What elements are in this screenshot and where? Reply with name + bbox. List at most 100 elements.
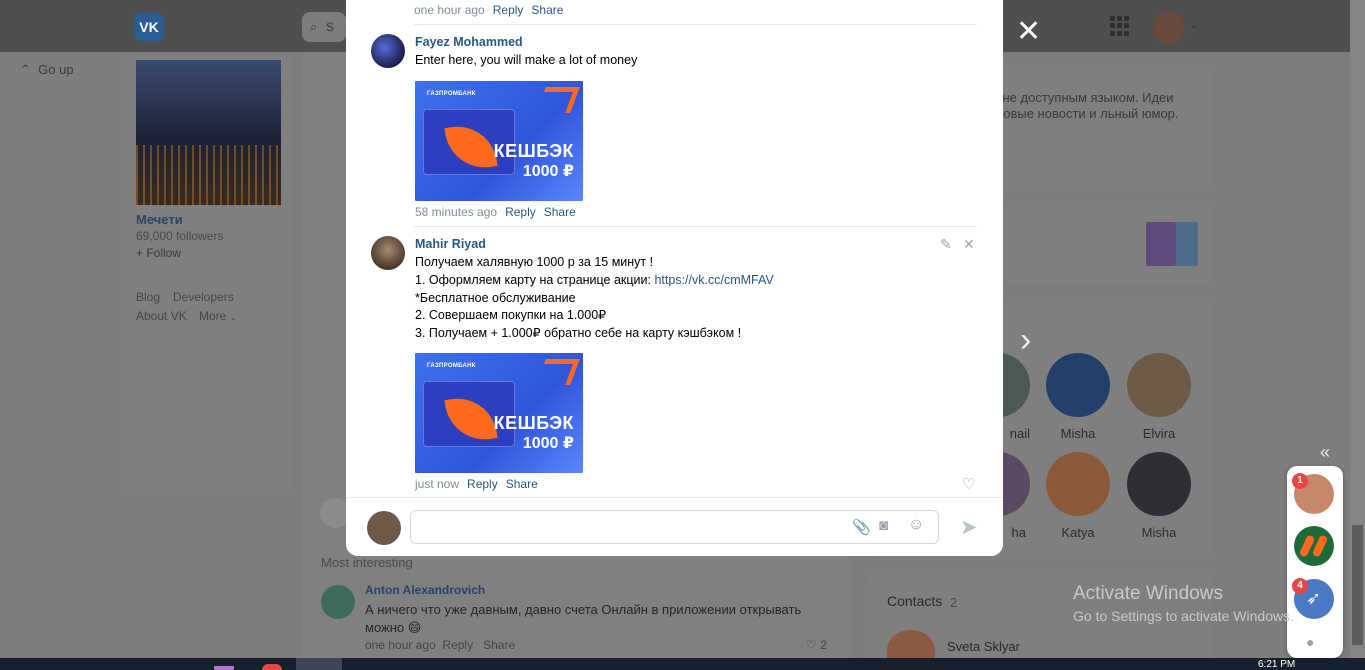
comments-sort[interactable]: Most interesting bbox=[321, 555, 413, 570]
promo-link[interactable]: https://vk.cc/cmMFAV bbox=[654, 273, 773, 287]
collapse-icon[interactable]: « bbox=[1320, 442, 1330, 463]
avatar[interactable] bbox=[371, 236, 405, 270]
group-description: сне доступным языком. Идеи ровые новости… bbox=[996, 90, 1179, 121]
comment-time: just now bbox=[415, 477, 460, 491]
edit-icon[interactable]: ✎ bbox=[940, 236, 952, 253]
arrow-up-icon: ⌃ bbox=[20, 62, 31, 77]
share-link[interactable]: Share bbox=[506, 477, 538, 491]
close-icon[interactable]: ✕ bbox=[963, 236, 975, 253]
comment-time: one hour ago bbox=[365, 638, 436, 652]
chat-avatar[interactable] bbox=[1294, 526, 1334, 566]
camera-icon[interactable]: ◙ bbox=[879, 517, 888, 534]
search-field[interactable]: ⌕ S bbox=[302, 12, 346, 42]
comment-author[interactable]: Fayez Mohammed bbox=[415, 35, 523, 49]
person-name: Elvira bbox=[1142, 426, 1176, 441]
contacts-title[interactable]: Contacts bbox=[887, 593, 942, 609]
like-button[interactable]: ♡ 2 bbox=[806, 638, 827, 652]
activate-windows-subtitle: Go to Settings to activate Windows. bbox=[1073, 608, 1294, 624]
contacts-count: 2 bbox=[950, 595, 958, 610]
promo-image[interactable]: ГАЗПРОМБАНК КЕШБЭК 1000 ₽ bbox=[415, 353, 583, 473]
heart-icon: ♡ bbox=[806, 638, 817, 652]
footer-link-about[interactable]: About VK bbox=[136, 309, 187, 323]
person-card[interactable]: Misha bbox=[1043, 353, 1113, 441]
divider bbox=[414, 226, 977, 227]
comment-author[interactable]: Mahir Riyad bbox=[415, 237, 486, 251]
bank-logo-icon bbox=[536, 87, 580, 113]
taskbar-app-icon[interactable] bbox=[262, 664, 282, 670]
promo-amount: 1000 ₽ bbox=[522, 163, 574, 180]
avatar[interactable] bbox=[321, 585, 355, 619]
person-name: Misha bbox=[1141, 525, 1177, 540]
message-icon[interactable]: ● bbox=[1306, 634, 1314, 650]
share-link[interactable]: Share bbox=[531, 3, 563, 17]
promo-amount: 1000 ₽ bbox=[522, 435, 574, 452]
app-thumbnail[interactable] bbox=[1176, 222, 1198, 266]
reply-link[interactable]: Reply bbox=[505, 205, 536, 219]
taskbar-app-icon[interactable] bbox=[214, 666, 234, 670]
community-photo[interactable] bbox=[136, 60, 281, 205]
reply-link[interactable]: Reply bbox=[467, 477, 498, 491]
comment-meta: 58 minutes ago Reply Share bbox=[415, 205, 576, 219]
comment-line: 2. Совершаем покупки на 1.000₽ bbox=[415, 308, 607, 322]
chevron-down-icon: ⌄ bbox=[229, 312, 238, 322]
person-card[interactable]: Elvira bbox=[1124, 353, 1194, 441]
avatar bbox=[1046, 353, 1110, 417]
comment-text: Enter here, you will make a lot of money bbox=[415, 53, 638, 67]
person-card[interactable]: Misha bbox=[1124, 452, 1194, 540]
comment-text: А ничего что уже давным, давно счета Онл… bbox=[365, 602, 802, 635]
comment-line: *Бесплатное обслуживание bbox=[415, 291, 576, 305]
comment-line: 3. Получаем + 1.000₽ обратно себе на кар… bbox=[415, 326, 742, 340]
comment-input[interactable]: 📎 ◙ ☺ bbox=[410, 510, 939, 544]
comment-time: one hour ago bbox=[414, 3, 485, 17]
comment-line-text: 1. Оформляем карту на странице акции: bbox=[415, 273, 655, 287]
taskbar-clock: 6:21 PM bbox=[1258, 659, 1296, 670]
promo-cashback: КЕШБЭК bbox=[493, 413, 574, 433]
comment-author[interactable]: Anton Alexandrovich bbox=[365, 583, 485, 597]
footer-link-developers[interactable]: Developers bbox=[173, 290, 234, 304]
avatar bbox=[1127, 452, 1191, 516]
reply-link[interactable]: Reply bbox=[493, 3, 524, 17]
divider bbox=[414, 24, 977, 25]
go-up-label: Go up bbox=[38, 62, 74, 77]
activate-windows-title: Activate Windows bbox=[1073, 583, 1223, 604]
chevron-down-icon[interactable]: ⌄ bbox=[1190, 20, 1198, 31]
go-up-button[interactable]: ⌃ Go up bbox=[20, 62, 74, 78]
taskbar: 6:21 PM bbox=[0, 658, 1365, 670]
promo-bank-name: ГАЗПРОМБАНК bbox=[427, 363, 476, 369]
contact-name[interactable]: Sveta Sklyar bbox=[947, 639, 1020, 654]
footer-link-more[interactable]: More ⌄ bbox=[199, 309, 237, 323]
comment-line: Получаем халявную 1000 р за 15 минут ! bbox=[415, 255, 654, 269]
search-placeholder: S bbox=[326, 20, 335, 34]
share-link[interactable]: Share bbox=[544, 205, 576, 219]
emoji-icon[interactable]: ☺ bbox=[908, 516, 924, 534]
unread-badge: 1 bbox=[1292, 473, 1308, 489]
person-card[interactable]: Katya bbox=[1043, 452, 1113, 540]
share-link[interactable]: Share bbox=[483, 638, 515, 652]
taskbar-app-active[interactable] bbox=[296, 658, 342, 670]
profile-avatar[interactable] bbox=[1153, 12, 1185, 44]
heart-icon[interactable]: ♡ bbox=[962, 475, 975, 493]
apps-grid-icon[interactable] bbox=[1110, 16, 1130, 36]
send-icon[interactable]: ➤ bbox=[960, 515, 978, 540]
app-thumbnail[interactable] bbox=[1146, 222, 1176, 266]
paperclip-icon[interactable]: 📎 bbox=[852, 518, 871, 536]
promo-bank-name: ГАЗПРОМБАНК bbox=[427, 91, 476, 97]
comment-meta: one hour ago Reply Share bbox=[414, 3, 563, 17]
post-modal: one hour ago Reply Share Fayez Mohammed En… bbox=[346, 0, 1003, 556]
avatar bbox=[1127, 353, 1191, 417]
comment-meta: just now Reply Share bbox=[415, 477, 538, 491]
promo-cashback: КЕШБЭК bbox=[493, 141, 574, 161]
footer-link-blog[interactable]: Blog bbox=[136, 290, 160, 304]
more-label: More bbox=[199, 309, 227, 323]
scrollbar-thumb[interactable] bbox=[1352, 525, 1363, 645]
avatar[interactable] bbox=[371, 34, 405, 68]
vk-logo[interactable]: VK bbox=[134, 13, 164, 41]
person-name: Katya bbox=[1061, 525, 1095, 540]
comment-meta: one hour ago Reply Share bbox=[365, 638, 515, 652]
community-name[interactable]: Мечети bbox=[136, 212, 183, 227]
follow-button[interactable]: + Follow bbox=[136, 246, 181, 260]
promo-image[interactable]: ГАЗПРОМБАНК КЕШБЭК 1000 ₽ bbox=[415, 81, 583, 201]
reply-link[interactable]: Reply bbox=[442, 638, 473, 652]
avatar bbox=[367, 511, 401, 545]
close-icon[interactable]: ✕ bbox=[1016, 16, 1041, 48]
